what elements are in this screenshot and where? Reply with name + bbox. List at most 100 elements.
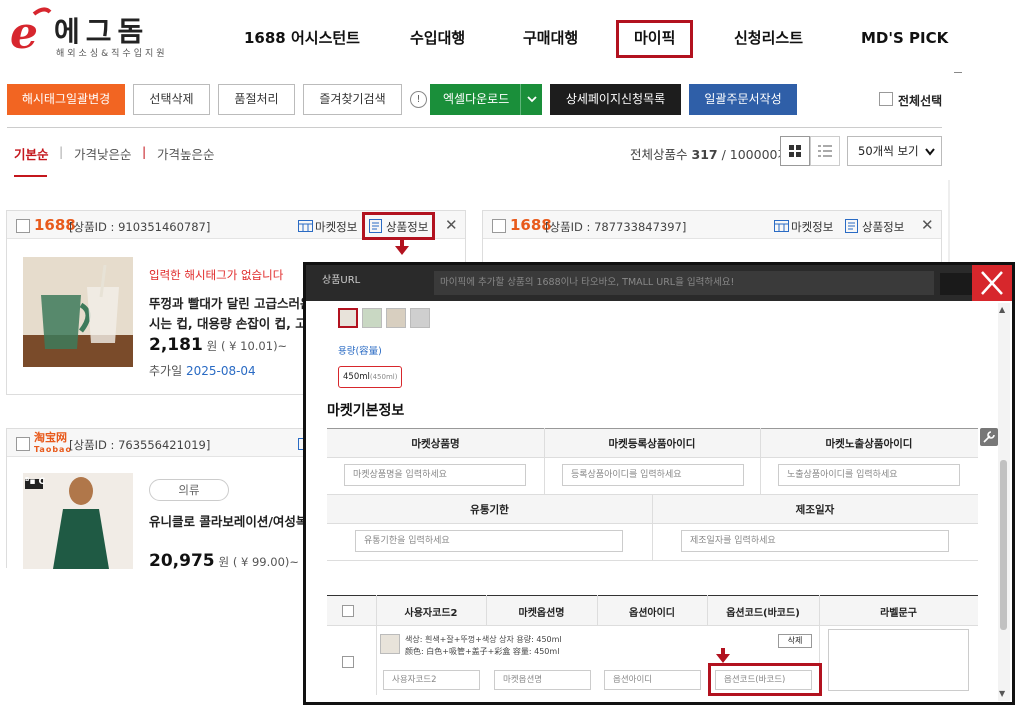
- capacity-sub: (450ml): [369, 373, 398, 381]
- sort-price-low[interactable]: 가격낮은순: [74, 144, 132, 163]
- nav-purchase-agency[interactable]: 구매대행: [523, 20, 578, 56]
- option-image: [380, 634, 400, 654]
- expiry-input[interactable]: 유통기한을 입력하세요: [355, 530, 623, 552]
- sort-basic[interactable]: 기본순: [14, 144, 49, 163]
- url-label: 상품URL: [322, 275, 361, 286]
- nav-request-list[interactable]: 신청리스트: [734, 20, 803, 56]
- list-icon: [818, 145, 832, 157]
- product-checkbox[interactable]: [16, 219, 30, 233]
- nav-1688-assistant[interactable]: 1688 어시스턴트: [244, 20, 360, 56]
- market-info-link[interactable]: 마켓정보: [791, 219, 833, 235]
- per-page-select[interactable]: 50개씩 보기: [847, 136, 942, 166]
- product-title-line1[interactable]: 유니클로 콜라보레이션/여성복시: [149, 511, 319, 530]
- product-id: [상품ID : 910351460787]: [69, 220, 211, 234]
- option-text: 색상: 흰색+잘+뚜껑+색상 상자 용량: 450ml 颜色: 白色+吸管+盖子…: [405, 634, 562, 658]
- dropdown-toggle[interactable]: [520, 84, 542, 115]
- option-thumbnail[interactable]: [386, 308, 406, 328]
- hashtag-bulk-change-button[interactable]: 해시태그일괄변경: [7, 84, 125, 115]
- col-option-barcode: 옵션코드(바코드): [726, 608, 800, 619]
- select-all-checkbox[interactable]: [879, 92, 893, 106]
- mfg-date-input[interactable]: 제조일자를 입력하세요: [681, 530, 949, 552]
- url-input[interactable]: 마이픽에 추가할 상품의 1688이나 타오바오, TMALL URL을 입력하…: [434, 271, 934, 295]
- product-title-line2[interactable]: 시는 컵, 대용량 손잡이 컵, 고급: [149, 313, 318, 332]
- product-info-modal: 상품URL 마이픽에 추가할 상품의 1688이나 타오바오, TMALL UR…: [303, 262, 1015, 705]
- modal-close-button[interactable]: [972, 265, 1012, 301]
- capacity-value: 450ml: [343, 372, 370, 382]
- excel-download-label: 엑셀다운로드: [443, 92, 510, 106]
- option-thumbnail[interactable]: [410, 308, 430, 328]
- market-info-link[interactable]: 마켓정보: [315, 219, 357, 235]
- detail-page-request-list-button[interactable]: 상세페이지신청목록: [550, 84, 681, 115]
- price-krw: 20,975: [149, 551, 215, 571]
- market-name-input[interactable]: 마켓상품명을 입력하세요: [344, 464, 526, 486]
- delete-selected-button[interactable]: 선택삭제: [133, 84, 210, 115]
- dress-image: [23, 473, 133, 569]
- option-row-checkbox[interactable]: [342, 656, 354, 668]
- option-line-ko: 색상: 흰색+잘+뚜껑+색상 상자 용량: 450ml: [405, 635, 562, 644]
- tools-button[interactable]: [980, 428, 998, 446]
- capacity-option[interactable]: 450ml(450ml): [338, 366, 403, 388]
- col-market-name: 마켓상품명: [411, 438, 460, 450]
- option-thumbnail[interactable]: [338, 308, 358, 328]
- added-date: 2025-08-04: [185, 364, 256, 378]
- market-reg-id-input[interactable]: 등록상품아이디를 입력하세요: [562, 464, 744, 486]
- soldout-button[interactable]: 품절처리: [218, 84, 295, 115]
- option-name-input[interactable]: 마켓옵션명: [494, 670, 591, 690]
- nav-mypick[interactable]: 마이픽: [616, 20, 694, 58]
- bulk-order-button[interactable]: 일괄주문서작성: [689, 84, 797, 115]
- close-icon: [981, 271, 1003, 295]
- favorite-search-button[interactable]: 즐겨찾기검색: [303, 84, 402, 115]
- price-cny: ( ¥ 99.00)~: [232, 555, 300, 569]
- options-select-all-checkbox[interactable]: [342, 605, 354, 617]
- product-image[interactable]: [23, 257, 133, 367]
- product-checkbox[interactable]: [16, 437, 30, 451]
- sort-price-high[interactable]: 가격높은순: [157, 144, 215, 163]
- option-id-input[interactable]: 옵션아이디: [604, 670, 701, 690]
- scroll-down-icon[interactable]: ▼: [999, 689, 1005, 698]
- nav-mds-pick[interactable]: MD'S PICK: [861, 20, 948, 56]
- option-line-cn: 颜色: 白色+吸管+盖子+彩盒 容量: 450ml: [405, 647, 560, 656]
- market-show-id-input[interactable]: 노출상품아이디를 입력하세요: [778, 464, 960, 486]
- logo-e-icon: e: [10, 7, 52, 54]
- list-view-button[interactable]: [810, 136, 840, 166]
- option-thumbnail[interactable]: [362, 308, 382, 328]
- scrollbar-thumb[interactable]: [1000, 460, 1007, 630]
- info-icon[interactable]: !: [410, 91, 427, 108]
- logo-subtitle: 해외소싱&직수입지원: [56, 49, 168, 59]
- scroll-up-icon[interactable]: ▲: [999, 305, 1005, 314]
- option-barcode-input[interactable]: 옵션코드(바코드): [715, 670, 812, 690]
- cup-image: [23, 257, 133, 367]
- product-image[interactable]: [23, 473, 133, 569]
- divider: [954, 72, 962, 73]
- grid-view-button[interactable]: [780, 136, 810, 166]
- col-expiry: 유통기한: [470, 504, 509, 516]
- col-market-reg-id: 마켓등록상품아이디: [608, 438, 696, 450]
- url-submit-button[interactable]: [940, 273, 972, 295]
- price-unit: 원: [206, 339, 218, 353]
- added-label: 추가일: [149, 364, 183, 378]
- price-cny: ( ¥ 10.01)~: [221, 339, 288, 353]
- per-page-label: 50개씩 보기: [858, 144, 919, 158]
- total-count: 전체상품수 317 / 100000개: [630, 144, 789, 163]
- select-all-label[interactable]: 전체선택: [898, 92, 942, 109]
- option-delete-button[interactable]: 삭제: [778, 634, 812, 648]
- close-icon[interactable]: ✕: [921, 216, 934, 234]
- product-card[interactable]: 1688 [상품ID : 787733847397] 마켓정보 상품정보 ✕: [482, 210, 942, 270]
- user-code-input[interactable]: 사용자코드2: [383, 670, 480, 690]
- close-icon[interactable]: ✕: [445, 216, 458, 234]
- label-textarea[interactable]: [828, 629, 969, 691]
- product-info-link[interactable]: 상품정보: [862, 219, 904, 235]
- total-label: 전체상품수: [630, 147, 688, 162]
- product-checkbox[interactable]: [492, 219, 506, 233]
- nav-import-agency[interactable]: 수입대행: [410, 20, 465, 56]
- divider: [7, 127, 942, 128]
- taobao-logo-en: Taobao: [34, 445, 72, 454]
- col-mfg: 제조일자: [795, 504, 835, 516]
- logo-text[interactable]: 에그돔: [54, 10, 149, 50]
- col-user-code: 사용자코드2: [404, 608, 458, 619]
- taobao-logo-cn: 淘宝网: [34, 431, 67, 444]
- product-title-line1[interactable]: 뚜껑과 빨대가 달린 고급스러운: [149, 293, 312, 312]
- category-tag[interactable]: 의류: [149, 479, 229, 501]
- brand-badge: ᴮ▪ C: [25, 477, 46, 487]
- col-option-name: 마켓옵션명: [518, 608, 565, 619]
